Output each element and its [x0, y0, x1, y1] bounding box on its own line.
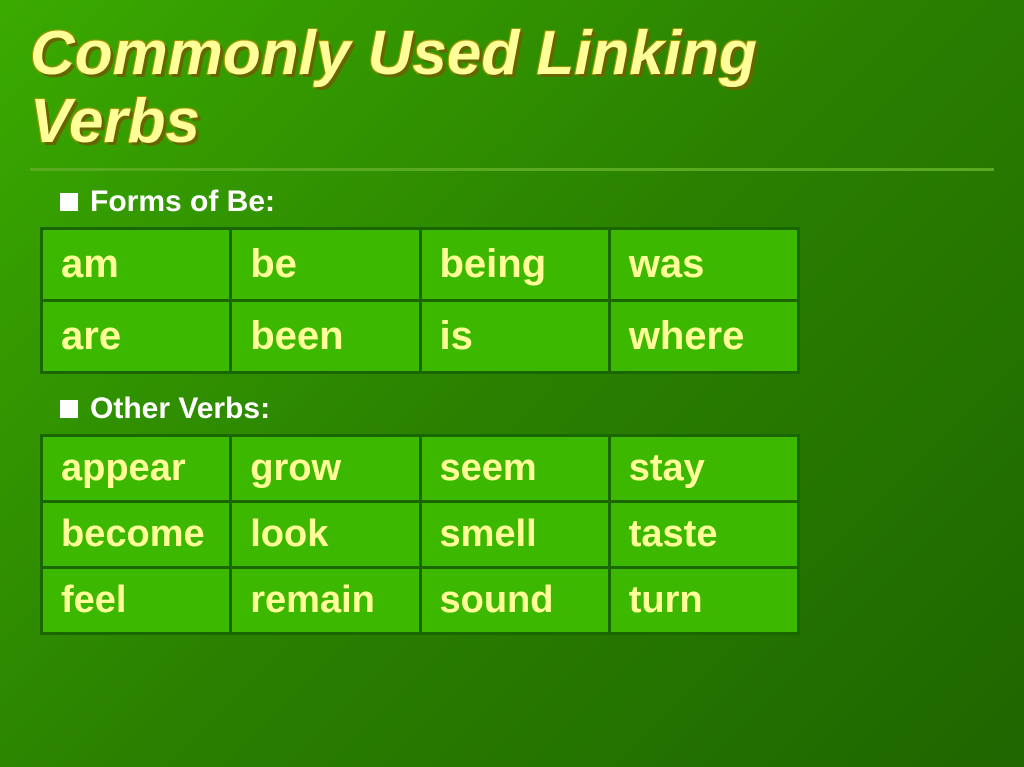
forms-of-be-table: am be being was are been is where [40, 227, 800, 374]
forms-of-be-label: Forms of Be: [60, 185, 994, 219]
cell-where: where [609, 301, 798, 373]
cell-sound: sound [420, 568, 609, 634]
cell-being: being [420, 229, 609, 301]
cell-are: are [42, 301, 231, 373]
cell-grow: grow [231, 436, 420, 502]
cell-be: be [231, 229, 420, 301]
page-title: Commonly Used Linking Verbs [30, 20, 994, 156]
cell-become: become [42, 502, 231, 568]
cell-feel: feel [42, 568, 231, 634]
cell-stay: stay [609, 436, 798, 502]
table-row: are been is where [42, 301, 799, 373]
cell-was: was [609, 229, 798, 301]
table-row: become look smell taste [42, 502, 799, 568]
title-divider [30, 168, 994, 171]
bullet-icon [60, 193, 78, 211]
other-verbs-label: Other Verbs: [60, 392, 994, 426]
cell-seem: seem [420, 436, 609, 502]
table-row: feel remain sound turn [42, 568, 799, 634]
cell-look: look [231, 502, 420, 568]
cell-been: been [231, 301, 420, 373]
cell-turn: turn [609, 568, 798, 634]
table-row: am be being was [42, 229, 799, 301]
cell-taste: taste [609, 502, 798, 568]
other-verbs-text: Other Verbs: [90, 392, 270, 426]
cell-remain: remain [231, 568, 420, 634]
bullet-icon-2 [60, 400, 78, 418]
table-row: appear grow seem stay [42, 436, 799, 502]
cell-appear: appear [42, 436, 231, 502]
forms-of-be-text: Forms of Be: [90, 185, 275, 219]
cell-am: am [42, 229, 231, 301]
cell-smell: smell [420, 502, 609, 568]
cell-is: is [420, 301, 609, 373]
page-container: Commonly Used Linking Verbs Forms of Be:… [0, 0, 1024, 767]
other-verbs-table: appear grow seem stay become look smell … [40, 434, 800, 635]
